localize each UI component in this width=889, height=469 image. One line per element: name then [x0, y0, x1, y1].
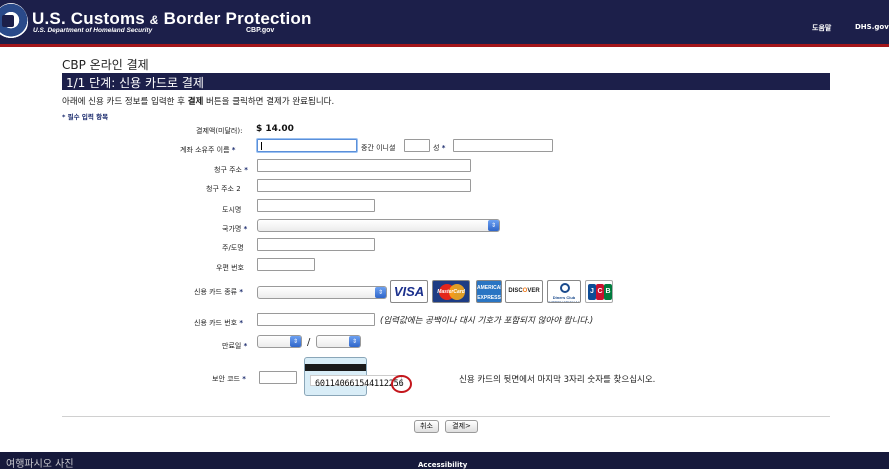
title-part2: Border Protection: [163, 9, 312, 28]
billing-address-label-text: 청구 주소: [214, 166, 242, 174]
step-bar: 1/1 단계: 신용 카드로 결제: [62, 73, 830, 90]
cvv-hint: 신용 카드의 뒷면에서 마지막 3자리 숫자를 찾으십시오.: [459, 375, 656, 385]
country-label: 국가명 *: [222, 224, 247, 234]
expiry-separator: /: [307, 337, 311, 348]
cancel-button[interactable]: 취소: [414, 420, 439, 433]
site-subtitle: U.S. Department of Homeland Security: [33, 27, 153, 34]
step-title: 1/1 단계: 신용 카드로 결제: [66, 76, 204, 90]
site-domain: CBP.gov: [246, 27, 275, 34]
card-number-input[interactable]: [257, 313, 375, 326]
billing-address2-input[interactable]: [257, 179, 471, 192]
required-mark: *: [231, 146, 236, 154]
pay-next-button[interactable]: 결제>: [445, 420, 478, 433]
zip-input[interactable]: [257, 258, 315, 271]
cvv-highlight-circle: [391, 375, 412, 393]
card-type-select[interactable]: ⇕: [257, 286, 387, 299]
amount-label: 결제액(미달러):: [196, 127, 243, 135]
required-mark: *: [242, 375, 246, 383]
header-divider: [0, 44, 889, 47]
form-divider: [62, 416, 830, 417]
cvv-label-text: 보안 코드: [212, 375, 240, 383]
site-title[interactable]: U.S. Customs & Border Protection: [32, 9, 312, 29]
title-amp: &: [149, 13, 159, 27]
card-number-hint: (입력값에는 공백이나 대시 기호가 포함되지 않아야 합니다.): [380, 316, 594, 326]
title-part1: U.S. Customs: [32, 9, 145, 28]
chevron-updown-icon: ⇕: [290, 336, 301, 347]
dhs-seal-logo[interactable]: [0, 3, 28, 41]
site-footer: Accessibility: [0, 452, 889, 469]
middle-initial-input[interactable]: [404, 139, 430, 152]
nav-dhs-link[interactable]: DHS.gov: [855, 23, 889, 31]
city-input[interactable]: [257, 199, 375, 212]
mastercard-text: MasterCard: [437, 289, 465, 295]
instructions-text: 아래에 신용 카드 정보를 입력한 후: [62, 97, 188, 107]
state-input[interactable]: [257, 238, 375, 251]
required-mark: *: [441, 144, 446, 152]
diners-club-logo: Diners Club INTERNATIONAL: [547, 280, 581, 303]
card-back-number: 601140661544112: [315, 379, 389, 389]
required-mark: *: [239, 319, 243, 327]
account-name-label: 계좌 소유주 이름 *: [180, 145, 235, 155]
nav-help-link[interactable]: 도움말: [812, 23, 831, 33]
billing-address-input[interactable]: [257, 159, 471, 172]
cvv-label: 보안 코드 *: [212, 374, 246, 384]
mastercard-logo: MasterCard: [432, 280, 470, 303]
required-note: * 필수 입력 항목: [62, 113, 109, 121]
instructions-bold: 결제: [187, 97, 204, 107]
visa-logo: VISA: [390, 280, 428, 303]
discover-text-post: VER: [527, 288, 540, 294]
instructions: 아래에 신용 카드 정보를 입력한 후 결제 버튼을 클릭하면 결제가 완료됩니…: [62, 95, 334, 107]
card-number-label-text: 신용 카드 번호: [194, 319, 238, 327]
diners-ring-icon: [560, 283, 570, 293]
card-number-label: 신용 카드 번호 *: [194, 318, 243, 328]
expiry-label-text: 만료일: [222, 342, 242, 350]
expiry-month-select[interactable]: ⇕: [257, 335, 302, 348]
page-title: CBP 온라인 결제: [62, 58, 149, 72]
required-mark: *: [244, 166, 248, 174]
middle-initial-label: 중간 이니셜: [361, 144, 396, 152]
jcb-c: C: [596, 284, 604, 300]
billing-address2-label: 청구 주소 2: [206, 185, 241, 193]
jcb-logo: JCB: [585, 280, 613, 303]
billing-address-label: 청구 주소 *: [214, 165, 248, 175]
zip-label: 우편 번호: [216, 264, 244, 272]
chevron-updown-icon: ⇕: [488, 220, 499, 231]
expiry-label: 만료일 *: [222, 341, 247, 351]
jcb-j: J: [588, 284, 596, 300]
state-label: 주/도명: [222, 244, 244, 252]
last-name-label-text: 성: [433, 144, 440, 152]
card-type-label-text: 신용 카드 종류: [194, 288, 238, 296]
country-label-text: 국가명: [222, 225, 242, 233]
amount-value: $ 14.00: [256, 124, 294, 134]
country-select[interactable]: ⇕: [257, 219, 500, 232]
chevron-updown-icon: ⇕: [375, 287, 386, 298]
eagle-icon: [2, 15, 14, 27]
text-caret: [261, 142, 262, 150]
required-mark: *: [243, 342, 248, 350]
required-mark: *: [239, 288, 243, 296]
watermark-text: 여행파시오 사진: [6, 459, 74, 469]
city-label: 도시명: [222, 206, 242, 214]
required-mark: *: [243, 225, 248, 233]
first-name-input[interactable]: [257, 139, 357, 152]
card-type-label: 신용 카드 종류 *: [194, 287, 243, 297]
last-name-label: 성 *: [433, 143, 445, 153]
site-header: U.S. Customs & Border Protection U.S. De…: [0, 0, 889, 44]
magnetic-stripe: [305, 364, 366, 371]
cvv-input[interactable]: [259, 371, 297, 384]
expiry-year-select[interactable]: ⇕: [316, 335, 361, 348]
account-name-label-text: 계좌 소유주 이름: [180, 146, 230, 154]
amex-logo: AMERICAN EXPRESS: [476, 280, 502, 303]
discover-text-pre: DISC: [508, 288, 523, 294]
accessibility-link[interactable]: Accessibility: [418, 461, 467, 469]
last-name-input[interactable]: [453, 139, 553, 152]
discover-logo: DISCOVER: [505, 280, 543, 303]
chevron-updown-icon: ⇕: [349, 336, 360, 347]
diners-text: Diners Club INTERNATIONAL: [548, 295, 581, 303]
instructions-text-end: 버튼을 클릭하면 결제가 완료됩니다.: [203, 97, 335, 107]
jcb-b: B: [604, 284, 612, 300]
